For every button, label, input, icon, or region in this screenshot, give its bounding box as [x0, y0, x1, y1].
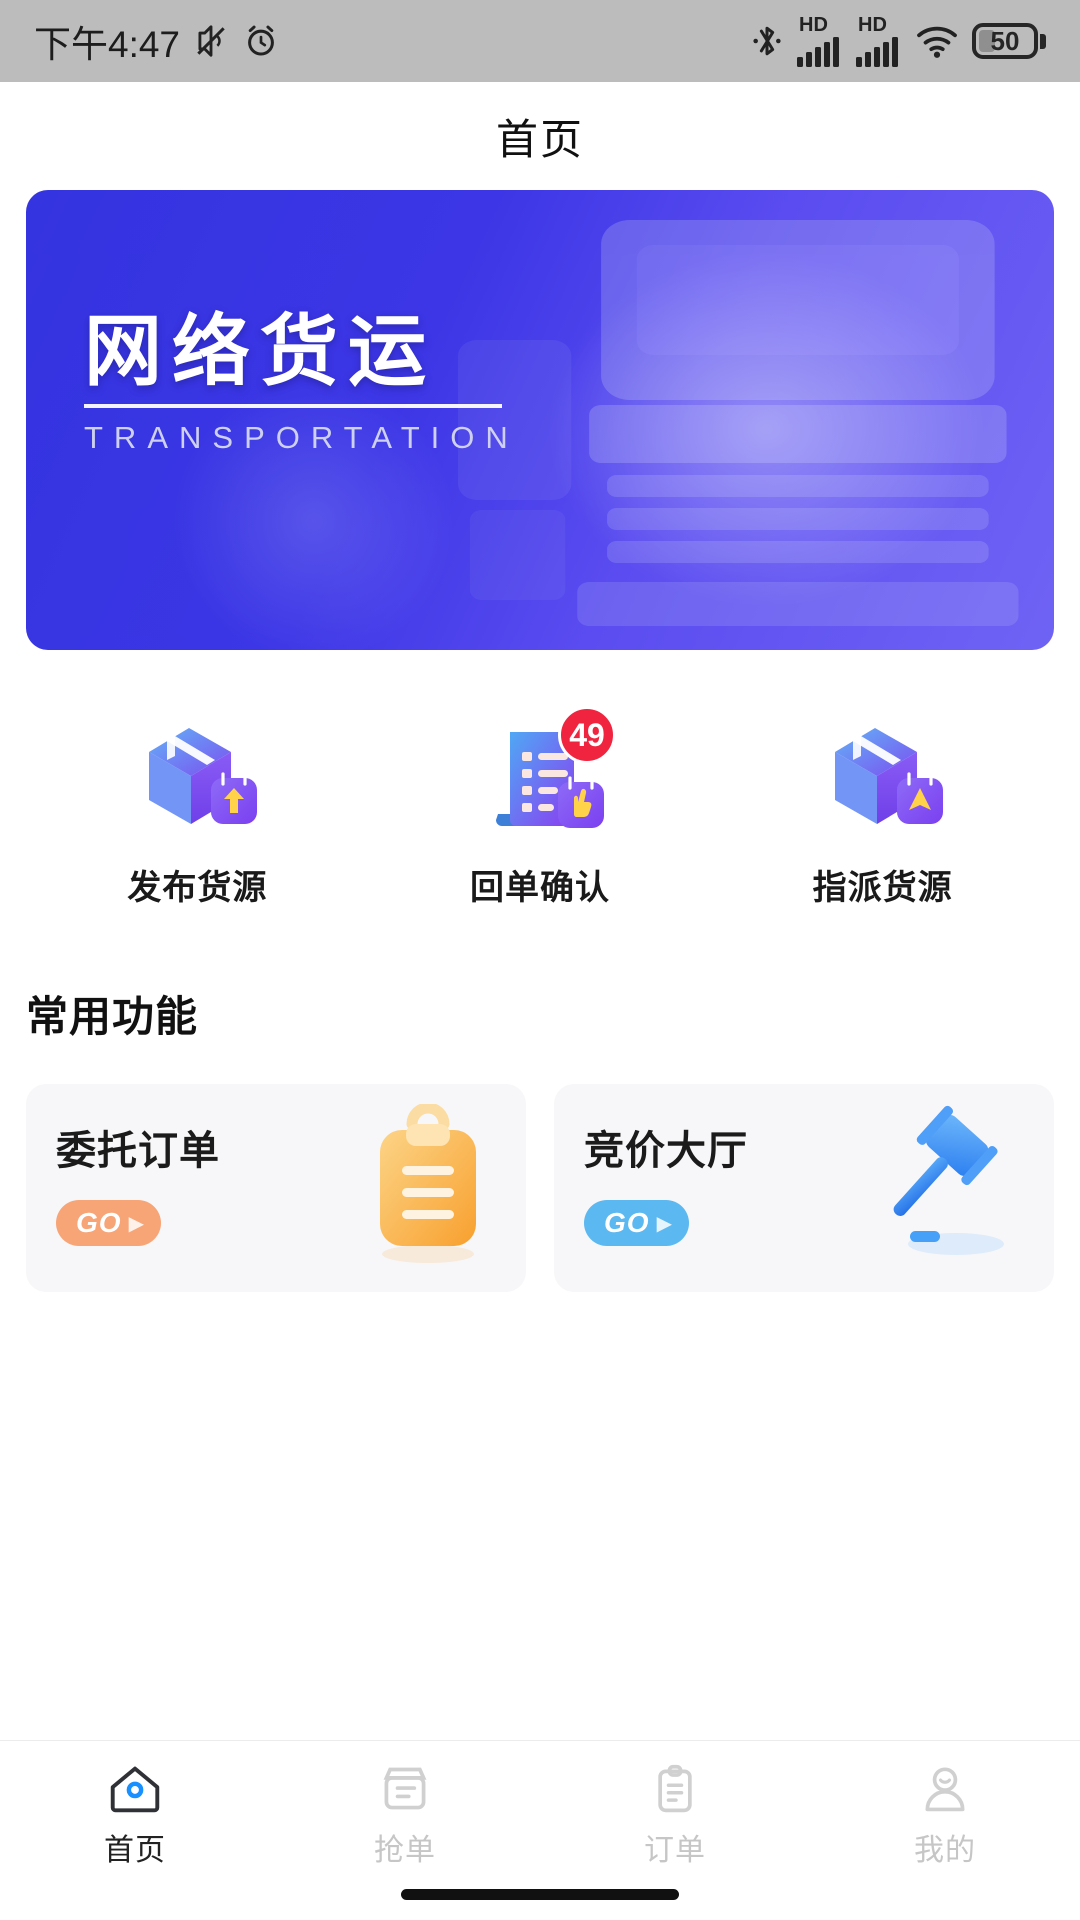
- bottom-tab-bar: 首页 抢单 订单 我的: [0, 1740, 1080, 1920]
- receipt-confirm-icon: 49: [470, 706, 616, 842]
- status-bar: 下午4:47 HD HD 50: [0, 0, 1080, 82]
- battery-icon: 50: [972, 23, 1046, 59]
- quick-action-label: 回单确认: [470, 869, 610, 907]
- tab-order[interactable]: 订单: [540, 1763, 810, 1869]
- section-title-common-functions: 常用功能: [26, 993, 199, 1040]
- battery-level: 50: [990, 25, 1020, 56]
- tab-label: 我的: [914, 1834, 976, 1867]
- hd-signal-icon-1: HD: [797, 15, 843, 67]
- gavel-icon: [893, 1105, 1004, 1255]
- feature-cards-row: 委托订单 GO ▶ 竞价大厅 GO ▶: [0, 1084, 1080, 1292]
- tab-grab-order[interactable]: 抢单: [270, 1763, 540, 1869]
- tab-label: 抢单: [374, 1834, 436, 1867]
- banner-title-en: TRANSPORTATION: [84, 419, 519, 455]
- hd-label-2: HD: [858, 14, 887, 36]
- clipboard-icon: [380, 1104, 476, 1263]
- user-icon: [925, 1767, 965, 1812]
- feature-card-entrust-order[interactable]: 委托订单 GO ▶: [26, 1084, 526, 1292]
- tab-label: 订单: [644, 1834, 706, 1867]
- go-label: GO: [76, 1207, 122, 1238]
- home-indicator: [401, 1889, 679, 1900]
- page-header: 首页: [0, 82, 1080, 190]
- alarm-icon: [248, 25, 274, 56]
- quick-action-receipt-confirm[interactable]: 49 回单确认: [369, 706, 712, 909]
- quick-action-publish-cargo[interactable]: 发布货源: [26, 712, 369, 909]
- status-bar-right: HD HD 50: [750, 15, 1046, 67]
- go-button[interactable]: GO ▶: [584, 1200, 689, 1246]
- tab-profile[interactable]: 我的: [810, 1763, 1080, 1869]
- hd-signal-icon-2: HD: [856, 15, 902, 67]
- order-clipboard-icon: [658, 1764, 692, 1813]
- status-bar-left: 下午4:47: [34, 14, 280, 68]
- page-title: 首页: [495, 115, 584, 163]
- banner-divider: [84, 403, 502, 408]
- mute-icon: [197, 25, 225, 57]
- banner-title-cn: 网络货运: [84, 307, 437, 397]
- tab-label: 首页: [104, 1834, 166, 1867]
- quick-action-assign-cargo[interactable]: 指派货源: [711, 712, 1054, 909]
- box-assign-icon: [813, 712, 953, 842]
- wifi-icon: [917, 26, 957, 58]
- box-upload-icon: [127, 712, 267, 842]
- go-label: GO: [604, 1207, 650, 1238]
- bluetooth-icon: [753, 26, 781, 56]
- banner-container: 网络货运 TRANSPORTATION: [0, 190, 1080, 650]
- promo-banner[interactable]: 网络货运 TRANSPORTATION: [26, 190, 1054, 650]
- quick-action-label: 指派货源: [812, 869, 953, 907]
- quick-action-label: 发布货源: [127, 869, 268, 907]
- quick-actions-row: 发布货源 49 回单确认 指派货源: [0, 706, 1080, 909]
- banner-text-block: 网络货运 TRANSPORTATION: [84, 307, 519, 456]
- status-time: 下午4:47: [34, 24, 181, 65]
- hd-label: HD: [799, 14, 828, 36]
- chevron-right-icon: ▶: [656, 1212, 673, 1235]
- chevron-right-icon: ▶: [128, 1212, 145, 1235]
- grab-order-icon: [383, 1767, 427, 1810]
- tab-home[interactable]: 首页: [0, 1763, 270, 1869]
- notification-badge: 49: [558, 706, 616, 764]
- home-icon: [110, 1766, 160, 1813]
- feature-card-bidding-hall[interactable]: 竞价大厅 GO ▶: [554, 1084, 1054, 1292]
- go-button[interactable]: GO ▶: [56, 1200, 161, 1246]
